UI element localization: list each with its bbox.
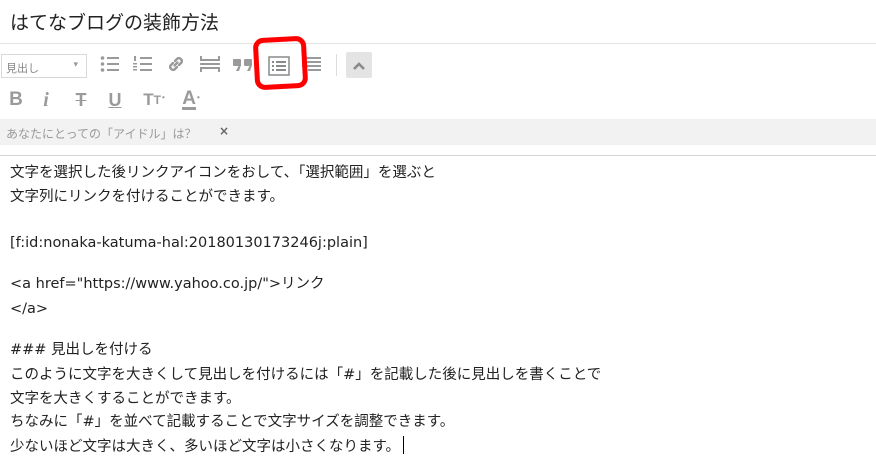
editor-line-text: 少ないほど文字は大きく、多いほど文字は小さくなります。 [10, 439, 401, 455]
text-size-label: T [143, 90, 154, 109]
editor-line: </a> [10, 301, 49, 317]
close-icon[interactable]: × [219, 124, 229, 138]
editor-textarea[interactable]: 文字を選択した後リンクアイコンをおして、「選択範囲」を選ぶと 文字列にリンクを付… [0, 155, 876, 463]
link-icon [166, 54, 186, 74]
strikethrough-button[interactable]: T [67, 86, 95, 114]
chevron-up-icon [352, 56, 366, 75]
editor-line: ### 見出しを付ける [10, 342, 153, 358]
text-color-label: A [182, 87, 196, 110]
text-size-button[interactable]: T T • [138, 86, 170, 114]
bold-button[interactable]: B [2, 86, 30, 114]
ordered-list-button[interactable] [129, 50, 157, 78]
collapse-toolbar-button[interactable] [346, 52, 372, 78]
text-size-small-label: T [153, 93, 161, 107]
toolbar-separator [336, 54, 337, 76]
heading-select[interactable]: 見出し ▾ [1, 54, 87, 78]
dropdown-dot-icon: • [161, 92, 165, 102]
blockquote-icon [233, 56, 253, 72]
editor-line: 文字列にリンクを付けることができます。 [10, 189, 285, 205]
ordered-list-icon [133, 55, 153, 73]
text-color-button[interactable]: A • [175, 86, 207, 114]
editor-line: 文字を大きくすることができます。 [10, 391, 241, 407]
red-highlight-annotation [252, 35, 309, 91]
theme-tag-label[interactable]: あなたにとっての「アイドル」は？ [6, 125, 196, 142]
editor-line: <a href="https://www.yahoo.co.jp/">リンク [10, 276, 325, 292]
editor-last-line: 少ないほど文字は大きく、多いほど文字は小さくなります。 [10, 436, 405, 457]
heading-select-label: 見出し [6, 62, 39, 75]
theme-tag-bar: あなたにとっての「アイドル」は？ × [0, 119, 876, 145]
read-more-icon [199, 55, 221, 73]
underline-button[interactable]: U [101, 86, 129, 114]
text-cursor [403, 436, 405, 454]
editor-line: このように文字を大きくして見出しを付けるには「#」を記載した後に見出しを書くこと… [10, 367, 602, 383]
dropdown-dot-icon: • [196, 92, 200, 102]
post-title-input[interactable]: はてなブログの装飾方法 [10, 8, 219, 35]
chevron-down-icon: ▾ [73, 60, 78, 70]
unordered-list-button[interactable] [96, 50, 124, 78]
unordered-list-icon [100, 55, 120, 73]
editor-line: 文字を選択した後リンクアイコンをおして、「選択範囲」を選ぶと [10, 165, 436, 181]
title-bar: はてなブログの装飾方法 [0, 0, 876, 44]
editor-line: ちなみに「#」を並べて記載することで文字サイズを調整できます。 [10, 414, 455, 430]
read-more-button[interactable] [196, 50, 224, 78]
link-button[interactable] [162, 50, 190, 78]
editor-line: [f:id:nonaka-katuma-hal:20180130173246j:… [10, 235, 368, 251]
editor-toolbar: 見出し ▾ B i T U T T • A • [0, 44, 876, 119]
italic-button[interactable]: i [32, 86, 60, 114]
